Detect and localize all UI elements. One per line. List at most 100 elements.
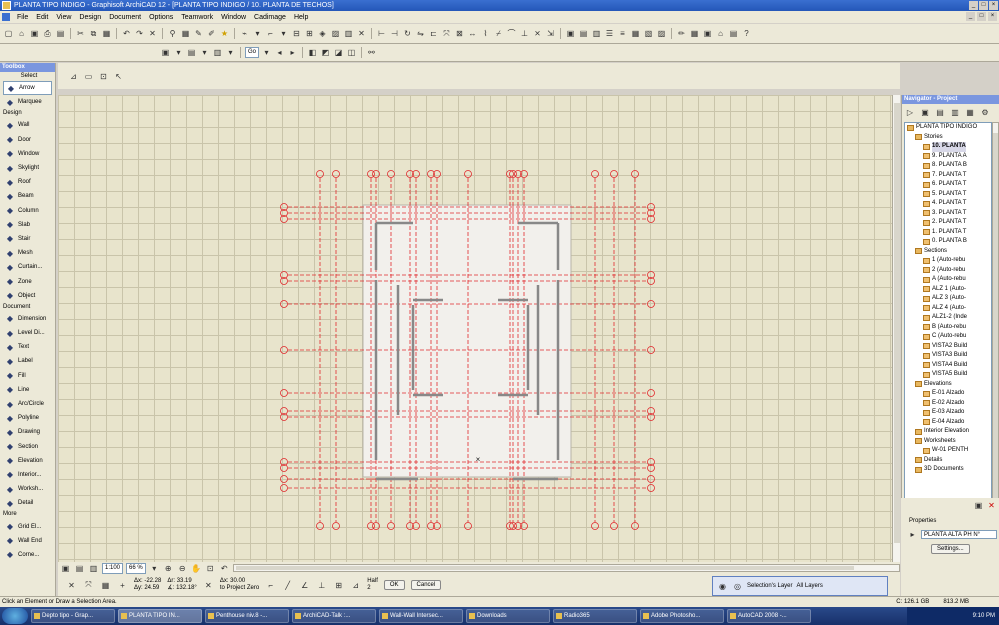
tool-interior[interactable]: ◆ Interior... (0, 468, 55, 482)
pan-icon[interactable]: ✋ (191, 563, 202, 574)
copy-icon[interactable]: ⧉ (88, 28, 99, 39)
tool-column[interactable]: ◆ Column (0, 204, 55, 218)
snap-guide-icon[interactable]: ⌐ (265, 580, 276, 591)
special-snap-icon[interactable]: ⊞ (333, 580, 344, 591)
table-icon[interactable]: ▥ (343, 28, 354, 39)
taskbar-button[interactable]: Wall-Wall Intersec... (379, 609, 463, 623)
tree-item[interactable]: E-02 Alzado (905, 399, 991, 409)
hatch-icon[interactable]: ▨ (330, 28, 341, 39)
navigator-icon[interactable]: ▣ (702, 28, 713, 39)
multiply-icon[interactable]: ⊠ (454, 28, 465, 39)
tool-door[interactable]: ◆ Door (0, 133, 55, 147)
project-zero-icon[interactable]: ✕ (203, 580, 214, 591)
adjust-icon[interactable]: ⊥ (519, 28, 530, 39)
settings-panel-icon[interactable]: ▦ (689, 28, 700, 39)
settings-icon[interactable]: ⚙ (979, 107, 991, 119)
clone-toggle-icon[interactable]: ▥ (88, 563, 99, 574)
tool-stair[interactable]: ◆ Stair (0, 232, 55, 246)
lines-icon[interactable]: ☰ (604, 28, 615, 39)
taskbar-button[interactable]: Downloads (466, 609, 550, 623)
tree-item[interactable]: 2 (Auto-rebu (905, 266, 991, 276)
door-list-icon[interactable]: ▨ (656, 28, 667, 39)
fit-window-icon[interactable]: ⊡ (205, 563, 216, 574)
tree-item[interactable]: B (Auto-rebu (905, 323, 991, 333)
start-button[interactable] (2, 608, 28, 624)
tool-section[interactable]: ◆ Section (0, 440, 55, 454)
view-map-icon[interactable]: ▣ (919, 107, 931, 119)
go-dropdown[interactable]: Go (245, 47, 260, 58)
snap-dropdown-icon[interactable]: ▾ (278, 28, 289, 39)
menu-view[interactable]: View (52, 14, 75, 21)
tool-roof[interactable]: ◆ Roof (0, 175, 55, 189)
go-dropdown-icon[interactable]: ▾ (261, 47, 272, 58)
tool-mesh[interactable]: ◆ Mesh (0, 246, 55, 260)
menu-file[interactable]: File (13, 14, 32, 21)
perpendicular-icon[interactable]: ⊥ (316, 580, 327, 591)
minimize-button[interactable]: _ (969, 1, 978, 10)
all-layers-label[interactable]: All Layers (797, 583, 823, 589)
delete-icon[interactable]: ✕ (147, 28, 158, 39)
elevation-view-icon[interactable]: ▥ (212, 47, 223, 58)
tool-detail[interactable]: ◆ Detail (0, 496, 55, 510)
tree-item[interactable]: VISTA2 Build (905, 342, 991, 352)
pencil-icon[interactable]: ✏ (676, 28, 687, 39)
half-snap-readout[interactable]: Half 2 (367, 578, 378, 592)
measure-icon[interactable]: ⊿ (350, 580, 361, 591)
tool-window[interactable]: ◆ Window (0, 147, 55, 161)
tree-item[interactable]: E-01 Alzado (905, 389, 991, 399)
pointer-mode-icon[interactable]: ⊿ (68, 71, 79, 82)
tree-item[interactable]: 0. PLANTA B (905, 237, 991, 247)
tool-level-di[interactable]: ◆ Level Di... (0, 326, 55, 340)
home-icon[interactable]: ⌂ (715, 28, 726, 39)
grid-snap-icon[interactable]: ▦ (100, 580, 111, 591)
layout-icon[interactable]: ▤ (578, 28, 589, 39)
trim-icon[interactable]: ⌇ (480, 28, 491, 39)
wall-list-icon[interactable]: ▦ (630, 28, 641, 39)
undo-icon[interactable]: ↶ (121, 28, 132, 39)
tool-skylight[interactable]: ◆ Skylight (0, 161, 55, 175)
tree-item[interactable]: 2. PLANTA T (905, 218, 991, 228)
tool-arc-circle[interactable]: ◆ Arc/Circle (0, 397, 55, 411)
geometry-method-icon[interactable]: ▭ (83, 71, 94, 82)
ok-button[interactable]: OK (383, 580, 405, 590)
menu-window[interactable]: Window (217, 14, 250, 21)
tree-item[interactable]: 3. PLANTA T (905, 209, 991, 219)
tree-item[interactable]: Stories (905, 133, 991, 143)
layer-icon[interactable]: ◈ (317, 28, 328, 39)
tree-item[interactable]: PLANTA TIPO INDIGO (905, 123, 991, 133)
tree-item[interactable]: C (Auto-rebu (905, 332, 991, 342)
plot-icon[interactable]: ▤ (55, 28, 66, 39)
align-right-icon[interactable]: ⊣ (389, 28, 400, 39)
fillet-icon[interactable]: ⌒ (506, 28, 517, 39)
tool-marquee[interactable]: ◆ Marquee (0, 95, 55, 109)
tool-text[interactable]: ◆ Text (0, 340, 55, 354)
tree-item[interactable]: Interior Elevation (905, 427, 991, 437)
star-icon[interactable]: ★ (219, 28, 230, 39)
menu-teamwork[interactable]: Teamwork (177, 14, 217, 21)
selections-layer-label[interactable]: Selection's Layer (747, 583, 793, 589)
taskbar-button[interactable]: Penthouse niv.8 -... (205, 609, 289, 623)
new-icon[interactable]: ▢ (3, 28, 14, 39)
paste-icon[interactable]: ▦ (101, 28, 112, 39)
redo-icon[interactable]: ↷ (134, 28, 145, 39)
floor-plan-view-icon[interactable]: ▣ (160, 47, 171, 58)
drag-icon[interactable]: ⤧ (441, 28, 452, 39)
doc-minimize-button[interactable]: _ (966, 12, 975, 21)
intersect-icon[interactable]: ⨯ (532, 28, 543, 39)
3d-window-icon[interactable]: ◧ (307, 47, 318, 58)
columns-icon[interactable]: ▥ (591, 28, 602, 39)
close-x-icon[interactable]: ✕ (356, 28, 367, 39)
tree-item[interactable]: 6. PLANTA T (905, 180, 991, 190)
section-dropdown-icon[interactable]: ▾ (199, 47, 210, 58)
rows-icon[interactable]: ≡ (617, 28, 628, 39)
axonometry-icon[interactable]: ◪ (333, 47, 344, 58)
marquee-method-icon[interactable]: ⊡ (98, 71, 109, 82)
section-view-icon[interactable]: ▤ (186, 47, 197, 58)
menu-edit[interactable]: Edit (32, 14, 52, 21)
tree-item[interactable]: ALZ 4 (Auto- (905, 304, 991, 314)
tree-item[interactable]: Worksheets (905, 437, 991, 447)
tree-item[interactable]: ALZ 1 (Auto- (905, 285, 991, 295)
arrow-settings-icon[interactable]: ↖ (113, 71, 124, 82)
tool-slab[interactable]: ◆ Slab (0, 218, 55, 232)
layout-book-icon[interactable]: ▤ (934, 107, 946, 119)
